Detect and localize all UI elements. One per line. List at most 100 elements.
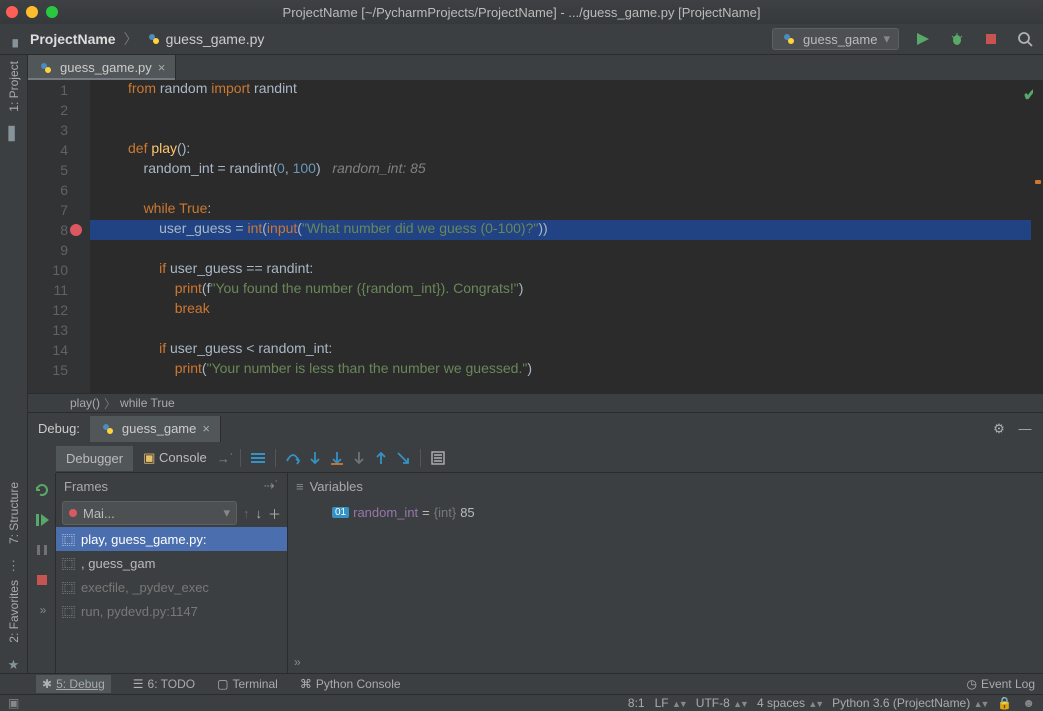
- resume-program-button[interactable]: [31, 509, 53, 531]
- favorites-tool-window-tab[interactable]: 2: Favorites: [5, 574, 23, 649]
- gutter-line-number[interactable]: 14: [28, 340, 90, 360]
- show-execution-point-button[interactable]: [247, 447, 269, 469]
- previous-frame-button[interactable]: ↑: [243, 506, 250, 521]
- structure-tool-window-tab[interactable]: 7: Structure: [5, 476, 23, 550]
- caret-position[interactable]: 8:1: [628, 696, 645, 710]
- gutter-line-number[interactable]: 10: [28, 260, 90, 280]
- debug-left-toolbar: »: [28, 473, 56, 673]
- favorites-icon[interactable]: ★: [8, 657, 20, 673]
- event-log-button[interactable]: ◷ Event Log: [966, 677, 1035, 691]
- maximize-window-icon[interactable]: [46, 6, 58, 18]
- force-step-into-button[interactable]: [348, 447, 370, 469]
- project-name: ProjectName: [30, 31, 116, 47]
- python-file-icon: [100, 421, 116, 437]
- editor-gutter[interactable]: 123456789101112131415: [28, 80, 90, 393]
- frames-list[interactable]: ⿴ play, guess_game.py:⿴ , guess_gam⿴ exe…: [56, 527, 287, 673]
- editor-tabs: guess_game.py ×: [28, 55, 1043, 80]
- debug-tool-window-tab[interactable]: ✱ 5: Debug: [36, 675, 111, 693]
- debug-session-tab[interactable]: guess_game ×: [90, 416, 221, 442]
- console-tab[interactable]: ▣ Console: [133, 445, 217, 471]
- gutter-line-number[interactable]: 3: [28, 120, 90, 140]
- gear-icon[interactable]: ⚙: [991, 421, 1007, 437]
- run-to-cursor-button[interactable]: [392, 447, 414, 469]
- tool-windows-quick-access-icon[interactable]: ▣: [8, 696, 19, 710]
- gutter-line-number[interactable]: 13: [28, 320, 90, 340]
- stack-frame[interactable]: ⿴ , guess_gam: [56, 551, 287, 575]
- window-title: ProjectName [~/PycharmProjects/ProjectNa…: [283, 5, 761, 20]
- variable-row[interactable]: 01 random_int = {int} 85: [292, 503, 1039, 522]
- variables-list[interactable]: 01 random_int = {int} 85: [288, 499, 1043, 673]
- terminal-tool-window-tab[interactable]: ▢ Terminal: [217, 677, 278, 691]
- bottom-tool-window-bar: ✱ 5: Debug ☰ 6: TODO ▢ Terminal ⌘ Python…: [0, 673, 1043, 694]
- python-interpreter[interactable]: Python 3.6 (ProjectName) ▲▼: [832, 696, 987, 710]
- ide-memory-icon[interactable]: ☻: [1022, 696, 1035, 710]
- gutter-line-number[interactable]: 9: [28, 240, 90, 260]
- chevron-down-icon: ▾: [223, 505, 230, 521]
- debugger-tab[interactable]: Debugger: [56, 446, 133, 471]
- window-controls: [6, 6, 58, 18]
- rerun-button[interactable]: [31, 479, 53, 501]
- chevron-right-icon: 〉: [120, 29, 142, 49]
- stop-button[interactable]: [983, 31, 999, 47]
- run-button[interactable]: [915, 31, 931, 47]
- step-over-button[interactable]: [282, 447, 304, 469]
- restore-layout-icon[interactable]: ⇢˙: [264, 478, 279, 494]
- gutter-line-number[interactable]: 1: [28, 80, 90, 100]
- console-new-tab-icon[interactable]: →˙: [217, 451, 234, 466]
- editor-tab[interactable]: guess_game.py ×: [28, 55, 176, 80]
- stack-frame[interactable]: ⿴ play, guess_game.py:: [56, 527, 287, 551]
- gutter-line-number[interactable]: 5: [28, 160, 90, 180]
- close-tab-icon[interactable]: ×: [202, 421, 210, 436]
- more-actions-button[interactable]: »: [31, 599, 53, 621]
- gutter-line-number[interactable]: 2: [28, 100, 90, 120]
- next-frame-button[interactable]: ↓: [255, 506, 262, 521]
- file-encoding[interactable]: UTF-8 ▲▼: [696, 696, 747, 710]
- minimize-window-icon[interactable]: [26, 6, 38, 18]
- variables-pane: ≡ Variables 01 random_int = {int} 85 »: [288, 473, 1043, 673]
- search-everywhere-button[interactable]: [1017, 31, 1033, 47]
- lock-icon[interactable]: 🔒: [997, 696, 1012, 710]
- more-variables-icon[interactable]: »: [294, 655, 298, 669]
- debug-button[interactable]: [949, 31, 965, 47]
- breakpoint-icon[interactable]: [70, 224, 82, 236]
- python-file-icon: [781, 31, 797, 47]
- code-area[interactable]: from random import randint def play(): r…: [90, 80, 1031, 380]
- editor-scrollbar[interactable]: [1033, 80, 1043, 393]
- frames-header: Frames: [64, 479, 108, 494]
- step-into-my-code-button[interactable]: [326, 447, 348, 469]
- todo-tool-window-tab[interactable]: ☰ 6: TODO: [133, 677, 195, 691]
- run-config-label: guess_game: [803, 32, 877, 47]
- run-config-selector[interactable]: guess_game ▾: [772, 28, 899, 50]
- thread-selector[interactable]: Mai... ▾: [62, 501, 237, 525]
- stack-frame[interactable]: ⿴ run, pydevd.py:1147: [56, 599, 287, 623]
- project-tool-window-tab[interactable]: 1: Project: [5, 55, 23, 118]
- gutter-line-number[interactable]: 4: [28, 140, 90, 160]
- pause-program-button[interactable]: [31, 539, 53, 561]
- structure-icon[interactable]: ⋮: [7, 558, 20, 574]
- add-frame-button[interactable]: ＋: [268, 504, 281, 523]
- breadcrumb-file: guess_game.py: [166, 31, 265, 47]
- gutter-line-number[interactable]: 11: [28, 280, 90, 300]
- project-view-icon[interactable]: ▋: [9, 126, 19, 142]
- evaluate-expression-button[interactable]: [427, 447, 449, 469]
- stop-button[interactable]: [31, 569, 53, 591]
- gutter-line-number[interactable]: 7: [28, 200, 90, 220]
- stack-frame[interactable]: ⿴ execfile, _pydev_exec: [56, 575, 287, 599]
- gutter-line-number[interactable]: 6: [28, 180, 90, 200]
- step-out-button[interactable]: [370, 447, 392, 469]
- python-file-icon: [38, 60, 54, 76]
- indent-settings[interactable]: 4 spaces ▲▼: [757, 696, 822, 710]
- close-window-icon[interactable]: [6, 6, 18, 18]
- chevron-down-icon: ▾: [883, 31, 890, 47]
- python-console-tool-window-tab[interactable]: ⌘ Python Console: [300, 677, 401, 691]
- code-editor[interactable]: 123456789101112131415 from random import…: [28, 80, 1043, 412]
- title-bar: ProjectName [~/PycharmProjects/ProjectNa…: [0, 0, 1043, 24]
- editor-breadcrumb[interactable]: play()〉while True: [28, 393, 1043, 412]
- close-tab-icon[interactable]: ×: [158, 60, 166, 75]
- gutter-line-number[interactable]: 15: [28, 360, 90, 380]
- step-into-button[interactable]: [304, 447, 326, 469]
- gutter-line-number[interactable]: 12: [28, 300, 90, 320]
- line-separator[interactable]: LF ▲▼: [655, 696, 686, 710]
- breadcrumb[interactable]: ▖ ProjectName 〉 guess_game.py: [10, 29, 264, 49]
- hide-tool-window-icon[interactable]: —: [1017, 421, 1033, 437]
